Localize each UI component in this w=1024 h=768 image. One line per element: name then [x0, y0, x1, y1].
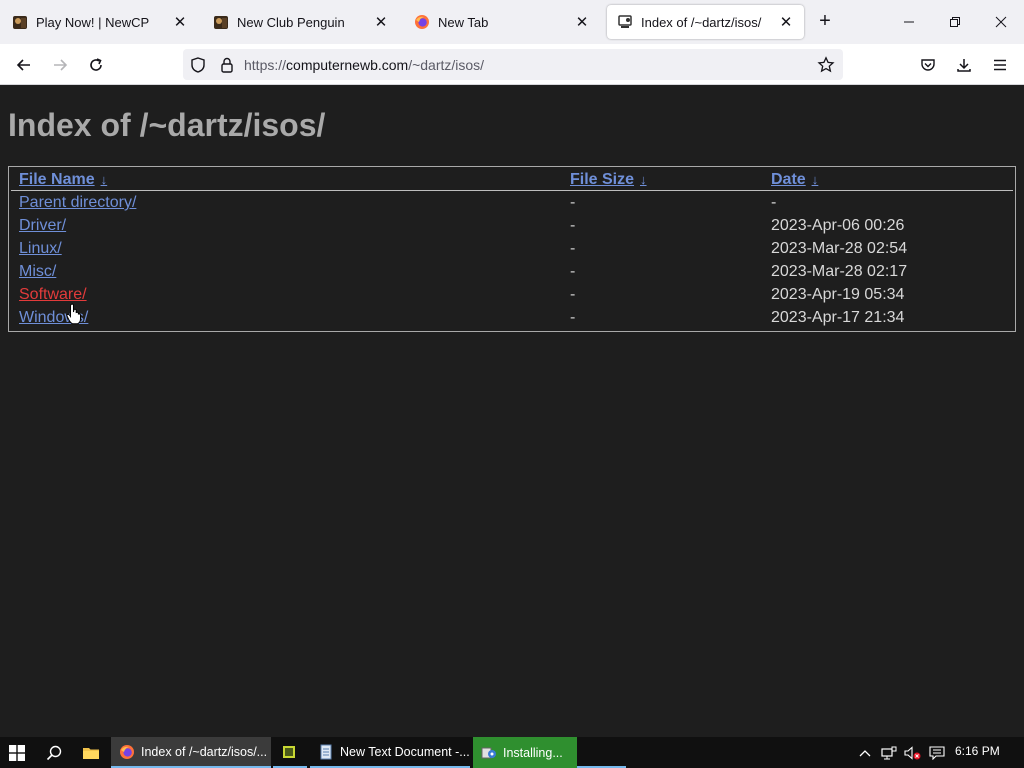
taskbar-app-notebook[interactable]: [273, 737, 307, 768]
directory-link-linux[interactable]: Linux/: [19, 240, 62, 258]
table-row: Parent directory/ - -: [9, 194, 1015, 217]
table-row: Driver/ - 2023-Apr-06 00:26: [9, 217, 1015, 240]
start-windows-icon[interactable]: [9, 737, 25, 768]
date-cell: 2023-Apr-06 00:26: [771, 217, 905, 234]
taskbar-app-label: New Text Document -...: [340, 744, 470, 759]
sort-arrow-icon: ↓: [100, 172, 108, 187]
file-size-cell: -: [570, 309, 576, 326]
bookmark-star-icon[interactable]: [817, 56, 835, 74]
address-bar[interactable]: https://computernewb.com/~dartz/isos/: [183, 49, 843, 80]
tab-bar: Play Now! | NewCP ✕ New Club Penguin ✕ N…: [0, 0, 1024, 44]
directory-link-driver[interactable]: Driver/: [19, 217, 66, 235]
back-arrow-icon[interactable]: [11, 52, 37, 78]
tracking-shield-icon[interactable]: [189, 56, 207, 74]
reload-icon[interactable]: [83, 52, 109, 78]
tab-new-tab[interactable]: New Tab ✕: [404, 5, 600, 39]
tab-index-of-isos[interactable]: Index of /~dartz/isos/ ✕: [607, 5, 804, 39]
close-tab-icon[interactable]: ✕: [572, 12, 592, 32]
search-icon[interactable]: [46, 737, 62, 768]
taskbar-progress-remainder: [577, 737, 626, 768]
hamburger-menu-icon[interactable]: [987, 52, 1013, 78]
file-size-cell: -: [570, 217, 576, 234]
url-prefix: https://: [244, 57, 287, 73]
file-explorer-icon[interactable]: [82, 737, 100, 768]
table-row: Linux/ - 2023-Mar-28 02:54: [9, 240, 1015, 263]
close-window-icon[interactable]: [987, 8, 1015, 36]
sort-arrow-icon: ↓: [640, 172, 647, 187]
close-tab-icon[interactable]: ✕: [371, 12, 391, 32]
taskbar-app-installer[interactable]: Installing...: [473, 737, 577, 768]
date-cell: 2023-Apr-19 05:34: [771, 286, 905, 303]
firefox-icon: [415, 15, 429, 29]
date-cell: 2023-Mar-28 02:54: [771, 240, 908, 257]
url-host: computernewb.com: [286, 57, 409, 73]
new-tab-plus-icon[interactable]: +: [814, 11, 836, 33]
firefox-icon: [120, 744, 134, 759]
table-row: Windows/ - 2023-Apr-17 21:34: [9, 309, 1015, 332]
date-cell: 2023-Mar-28 02:17: [771, 263, 908, 280]
directory-link-misc[interactable]: Misc/: [19, 263, 56, 281]
show-hidden-icons-chevron-icon[interactable]: [857, 737, 873, 768]
taskbar-app-firefox[interactable]: Index of /~dartz/isos/...: [111, 737, 271, 768]
windows-taskbar: Index of /~dartz/isos/... New Text Docum…: [0, 737, 1024, 768]
sort-arrow-icon: ↓: [811, 172, 819, 187]
tab-label: New Club Penguin: [237, 14, 345, 30]
close-tab-icon[interactable]: ✕: [170, 12, 190, 32]
navigation-toolbar: https://computernewb.com/~dartz/isos/: [0, 44, 1024, 85]
url-text[interactable]: https://computernewb.com/~dartz/isos/: [244, 57, 484, 73]
column-header-file-name[interactable]: File Name ↓: [19, 171, 107, 189]
taskbar-app-label: Installing...: [503, 745, 563, 760]
file-size-cell: -: [570, 263, 576, 280]
site-favicon-icon: [618, 15, 632, 28]
taskbar-clock[interactable]: 6:16 PM: [955, 744, 1000, 758]
page-content: Index of /~dartz/isos/ File Name ↓ File S…: [0, 85, 1024, 737]
table-row: Software/ - 2023-Apr-19 05:34: [9, 286, 1015, 309]
url-path: /~dartz/isos/: [408, 57, 485, 73]
lock-icon[interactable]: [219, 56, 235, 74]
notebook-icon: [283, 745, 295, 758]
tab-label: Index of /~dartz/isos/: [641, 14, 762, 30]
page-title: Index of /~dartz/isos/: [8, 107, 326, 143]
network-icon[interactable]: [879, 737, 899, 768]
tab-label: Play Now! | NewCP: [36, 14, 150, 30]
installer-icon: [481, 747, 496, 758]
volume-muted-icon[interactable]: [903, 737, 923, 768]
column-header-label: File Name: [19, 171, 95, 188]
close-tab-icon[interactable]: ✕: [776, 12, 796, 32]
file-size-cell: -: [570, 194, 576, 211]
file-listing-table: File Name ↓ File Size ↓ Date ↓ Parent direc…: [8, 166, 1016, 332]
notepad-icon: [320, 744, 332, 759]
directory-link-parent[interactable]: Parent directory/: [19, 194, 136, 212]
file-size-cell: -: [570, 286, 576, 303]
column-header-label: File Size: [570, 171, 635, 188]
tab-label: New Tab: [438, 14, 489, 30]
minimize-icon[interactable]: [895, 8, 923, 36]
column-header-file-size[interactable]: File Size ↓: [570, 171, 647, 189]
header-divider: [11, 190, 1013, 191]
taskbar-app-notepad[interactable]: New Text Document -...: [310, 737, 470, 768]
restore-icon[interactable]: [941, 8, 969, 36]
penguin-favicon-icon: [13, 16, 27, 29]
tab-play-now[interactable]: Play Now! | NewCP ✕: [2, 5, 198, 39]
tab-new-club-penguin[interactable]: New Club Penguin ✕: [203, 5, 399, 39]
column-header-label: Date: [771, 171, 806, 188]
penguin-favicon-icon: [214, 16, 228, 29]
file-size-cell: -: [570, 240, 576, 257]
column-header-date[interactable]: Date ↓: [771, 171, 818, 189]
date-cell: -: [771, 194, 777, 211]
pocket-icon[interactable]: [915, 52, 941, 78]
date-cell: 2023-Apr-17 21:34: [771, 309, 905, 326]
action-center-icon[interactable]: [927, 737, 947, 768]
directory-link-software[interactable]: Software/: [19, 286, 87, 304]
forward-arrow-icon[interactable]: [47, 52, 73, 78]
hand-cursor-icon: [66, 303, 81, 325]
downloads-icon[interactable]: [951, 52, 977, 78]
taskbar-app-label: Index of /~dartz/isos/...: [141, 744, 268, 759]
table-row: Misc/ - 2023-Mar-28 02:17: [9, 263, 1015, 286]
